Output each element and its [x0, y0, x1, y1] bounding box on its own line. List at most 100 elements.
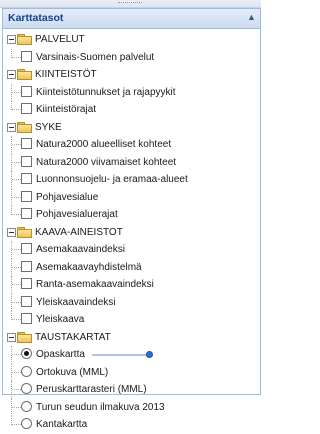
layer-item[interactable]: Asemakaavayhdistelmä: [3, 258, 260, 276]
radio-button[interactable]: [21, 418, 32, 429]
layer-label: Kiinteistörajat: [36, 104, 97, 115]
tree-connector: [12, 266, 21, 268]
group-row: KIINTEISTÖT: [3, 66, 260, 84]
tree-connector: [12, 56, 21, 58]
layer-label: Asemakaavaindeksi: [36, 244, 125, 255]
layer-checkbox[interactable]: [21, 208, 32, 219]
tree-connector: [12, 319, 21, 320]
collapse-toggle-icon[interactable]: [7, 332, 16, 342]
layer-checkbox[interactable]: [21, 85, 32, 97]
layer-label: Asemakaavayhdistelmä: [36, 261, 142, 273]
layer-label: Natura2000 viivamaiset kohteet: [36, 156, 177, 168]
folder-body: [17, 333, 32, 343]
layer-item[interactable]: Ranta-asemakaavaindeksi: [3, 276, 260, 294]
layer-label: Kantakartta: [36, 419, 88, 430]
group-row: PALVELUT: [3, 31, 260, 49]
radio-button[interactable]: [21, 348, 32, 359]
opacity-slider-track[interactable]: [92, 354, 150, 356]
layer-label: Opaskartta: [36, 349, 85, 360]
folder-icon: [17, 121, 32, 133]
tree-connector: [12, 196, 21, 198]
layer-label: Pohjavesialuerajat: [36, 209, 118, 220]
layer-checkbox[interactable]: [21, 103, 32, 114]
layer-checkbox[interactable]: [21, 278, 32, 289]
basemap-option[interactable]: Peruskarttarasteri (MML): [3, 381, 260, 399]
panel-header: Karttatasot ▲: [3, 9, 260, 29]
tree-connector: [12, 91, 21, 93]
basemap-option[interactable]: Turun seudun ilmakuva 2013: [3, 398, 260, 416]
panel-resize-handle[interactable]: [0, 0, 261, 8]
group-label: PALVELUT: [35, 34, 85, 45]
layer-checkbox[interactable]: [21, 243, 32, 254]
tree-connector: [12, 301, 21, 303]
layer-label: Kiinteistötunnukset ja rajapyykit: [36, 86, 176, 98]
folder-body: [17, 71, 32, 80]
folder-icon: [17, 69, 32, 80]
layer-item[interactable]: Asemakaavaindeksi: [3, 241, 260, 259]
tree-connector: [12, 354, 21, 355]
layer-checkbox[interactable]: [21, 173, 32, 184]
folder-icon: [17, 331, 32, 343]
grip-dots: [118, 2, 142, 5]
tree-connector: [12, 179, 21, 180]
layer-label: Yleiskaava: [36, 314, 85, 325]
tree-connector: [12, 424, 21, 425]
layer-item[interactable]: Kiinteistörajat: [3, 101, 260, 119]
basemap-option[interactable]: Ortokuva (MML): [3, 363, 260, 381]
basemap-option[interactable]: Opaskartta: [3, 346, 260, 364]
layer-checkbox[interactable]: [21, 190, 32, 202]
layer-label: Yleiskaavaindeksi: [36, 296, 116, 308]
radio-button[interactable]: [21, 383, 32, 394]
collapse-toggle-icon[interactable]: [7, 35, 16, 44]
tree-connector: [12, 144, 21, 145]
group-label: SYKE: [35, 121, 62, 133]
group-label: TAUSTAKARTAT: [35, 331, 111, 343]
layer-item[interactable]: Pohjavesialue: [3, 188, 260, 206]
tree-connector: [12, 249, 21, 250]
layer-label: Pohjavesialue: [36, 191, 99, 203]
layer-label: Luonnonsuojelu- ja eramaa-alueet: [36, 174, 188, 185]
layer-label: Ranta-asemakaavaindeksi: [36, 279, 154, 290]
layer-item[interactable]: Natura2000 viivamaiset kohteet: [3, 153, 260, 171]
layer-label: Ortokuva (MML): [36, 366, 109, 378]
layer-item[interactable]: Yleiskaavaindeksi: [3, 293, 260, 311]
layer-checkbox[interactable]: [21, 155, 32, 167]
layer-checkbox[interactable]: [21, 295, 32, 307]
folder-icon: [17, 226, 32, 238]
basemap-option[interactable]: Kantakartta: [3, 416, 260, 434]
radio-button[interactable]: [21, 365, 32, 377]
tree-connector: [12, 161, 21, 163]
tree-connector: [12, 284, 21, 285]
layer-item[interactable]: Pohjavesialuerajat: [3, 206, 260, 224]
layer-checkbox[interactable]: [21, 260, 32, 272]
layer-item[interactable]: Kiinteistötunnukset ja rajapyykit: [3, 83, 260, 101]
opacity-slider-thumb[interactable]: [146, 351, 153, 358]
collapse-icon[interactable]: ▲: [246, 12, 257, 23]
layer-checkbox[interactable]: [21, 313, 32, 324]
collapse-toggle-icon[interactable]: [7, 122, 16, 132]
layer-item[interactable]: Yleiskaava: [3, 311, 260, 329]
layer-label: Peruskarttarasteri (MML): [36, 384, 147, 395]
layer-tree: PALVELUT Varsinais-Suomen palvelut KIINTEI…: [3, 29, 260, 434]
layer-item[interactable]: Varsinais-Suomen palvelut: [3, 48, 260, 67]
folder-body: [17, 123, 32, 133]
group-row: TAUSTAKARTAT: [3, 329, 260, 347]
group-row: SYKE: [3, 119, 260, 137]
tree-connector: [12, 406, 21, 408]
folder-body: [17, 36, 32, 45]
layer-checkbox[interactable]: [21, 50, 32, 62]
layer-item[interactable]: Natura2000 alueelliset kohteet: [3, 136, 260, 154]
group-label: KIINTEISTÖT: [35, 69, 97, 80]
radio-button[interactable]: [21, 400, 32, 412]
collapse-toggle-icon[interactable]: [7, 227, 16, 237]
tree-connector: [12, 214, 21, 215]
map-layers-panel: Karttatasot ▲ PALVELUT Varsinais-Suomen p…: [2, 8, 261, 430]
folder-body: [17, 228, 32, 238]
group-row: KAAVA-AINEISTOT: [3, 224, 260, 242]
folder-icon: [17, 34, 32, 45]
collapse-toggle-icon[interactable]: [7, 70, 16, 79]
layer-checkbox[interactable]: [21, 138, 32, 149]
tree-connector: [12, 389, 21, 390]
layer-item[interactable]: Luonnonsuojelu- ja eramaa-alueet: [3, 171, 260, 189]
layer-label: Natura2000 alueelliset kohteet: [36, 139, 172, 150]
